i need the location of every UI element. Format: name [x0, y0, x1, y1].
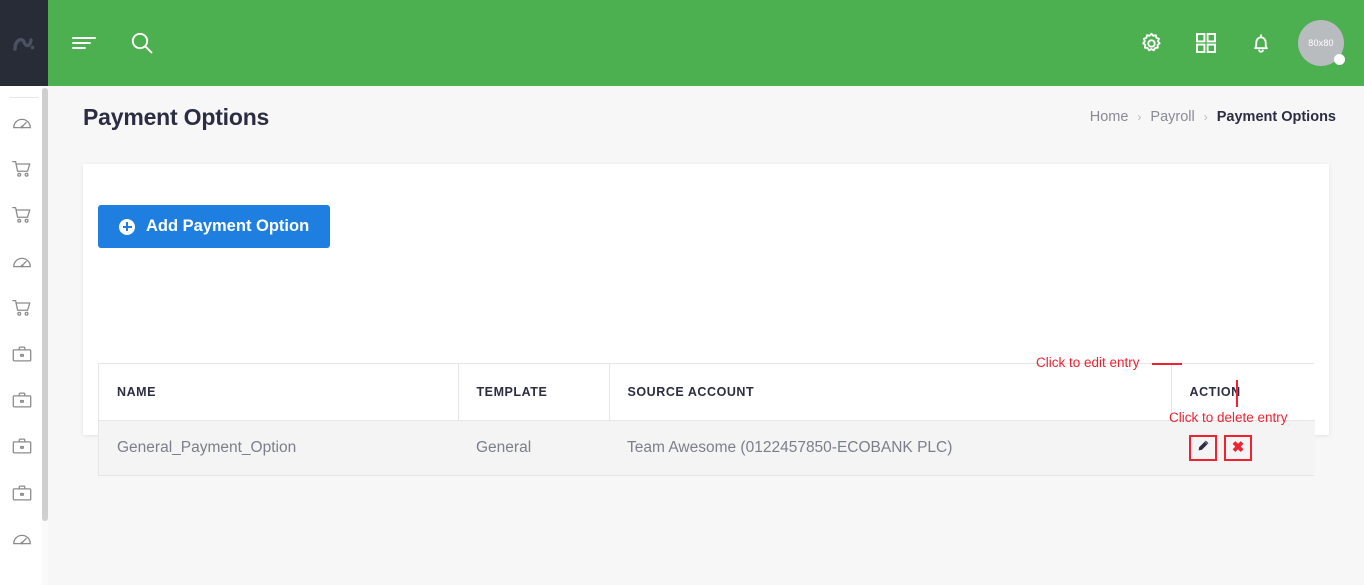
- cell-source-account: Team Awesome (0122457850-ECOBANK PLC): [609, 420, 1171, 475]
- sidebar-divider: [9, 97, 38, 98]
- sidebar-item-dashboard-3[interactable]: [0, 516, 44, 562]
- sidebar-item-briefcase-3[interactable]: [0, 423, 44, 469]
- cell-name: General_Payment_Option: [99, 420, 458, 475]
- row-action-buttons: ✖: [1189, 434, 1297, 461]
- column-header-name: NAME: [99, 364, 459, 421]
- chevron-right-icon: ›: [1203, 110, 1208, 124]
- annotation-delete-label: Click to delete entry: [1169, 410, 1288, 425]
- avatar-label: 80x80: [1308, 38, 1334, 48]
- cross-icon: ✖: [1231, 439, 1245, 457]
- sidebar-item-dashboard[interactable]: [0, 100, 44, 146]
- add-payment-option-button[interactable]: Add Payment Option: [98, 205, 331, 248]
- app-root: 80x80 Payment Options Home › Payroll › P…: [0, 0, 1364, 585]
- speedometer-icon: [11, 251, 33, 273]
- briefcase-icon: [11, 482, 33, 504]
- cell-template: General: [458, 420, 609, 475]
- sidebar-scrollbar-thumb[interactable]: [42, 88, 48, 521]
- add-payment-option-label: Add Payment Option: [146, 217, 310, 235]
- breadcrumb-item-payroll[interactable]: Payroll: [1150, 109, 1194, 125]
- annotation-edit-leader-line: [1152, 363, 1182, 365]
- edit-entry-button[interactable]: [1189, 434, 1217, 461]
- avatar-status-dot: [1334, 54, 1345, 65]
- breadcrumb-item-home[interactable]: Home: [1090, 109, 1129, 125]
- cart-icon: [11, 204, 33, 226]
- sidebar-item-cart-3[interactable]: [0, 285, 44, 331]
- sidebar-item-dashboard-2[interactable]: [0, 239, 44, 285]
- top-header-left-actions: [48, 25, 160, 61]
- avatar[interactable]: 80x80: [1298, 20, 1345, 66]
- pencil-icon: [1196, 439, 1210, 456]
- annotation-edit-label: Click to edit entry: [1036, 355, 1140, 370]
- briefcase-icon: [11, 343, 33, 365]
- table-row: General_Payment_Option General Team Awes…: [99, 420, 1315, 475]
- page-header: Payment Options Home › Payroll › Payment…: [48, 86, 1364, 162]
- speedometer-icon: [11, 112, 33, 134]
- column-header-source-account: SOURCE ACCOUNT: [609, 364, 1172, 421]
- sidebar-item-list: [0, 100, 47, 585]
- cell-action: ✖: [1171, 420, 1315, 475]
- top-header-bar: 80x80: [48, 0, 1364, 86]
- search-icon[interactable]: [124, 25, 160, 61]
- page-content: Payment Options Home › Payroll › Payment…: [48, 86, 1364, 585]
- sidebar-item-briefcase-4[interactable]: [0, 470, 44, 516]
- briefcase-icon: [11, 389, 33, 411]
- sidebar-item-cart-2[interactable]: [0, 192, 44, 238]
- circle-plus-icon: [119, 218, 135, 235]
- gear-icon[interactable]: [1133, 25, 1169, 61]
- payment-options-table: NAME TEMPLATE SOURCE ACCOUNT ACTION Gene…: [98, 363, 1315, 476]
- hamburger-menu-icon[interactable]: [66, 25, 102, 61]
- bell-icon[interactable]: [1243, 25, 1279, 61]
- left-sidebar: [0, 0, 48, 585]
- breadcrumb-item-current: Payment Options: [1216, 109, 1336, 125]
- app-logo-mark: [9, 28, 39, 58]
- chevron-right-icon: ›: [1137, 110, 1142, 124]
- top-header-right-actions: 80x80: [1133, 20, 1364, 66]
- briefcase-icon: [11, 435, 33, 457]
- cart-icon: [11, 297, 33, 319]
- page-title: Payment Options: [83, 104, 270, 130]
- table-header-row: NAME TEMPLATE SOURCE ACCOUNT ACTION: [99, 364, 1315, 421]
- sidebar-item-briefcase-2[interactable]: [0, 377, 44, 423]
- sidebar-item-cart-1[interactable]: [0, 146, 44, 192]
- cart-icon: [11, 158, 33, 180]
- delete-entry-button[interactable]: ✖: [1224, 434, 1252, 461]
- sidebar-brand[interactable]: [0, 0, 48, 86]
- column-header-template: TEMPLATE: [458, 364, 610, 421]
- speedometer-icon: [11, 528, 33, 550]
- sidebar-item-briefcase-1[interactable]: [0, 331, 44, 377]
- payment-options-card: Add Payment Option NAME TEMPLATE SOURCE …: [83, 164, 1329, 476]
- annotation-delete-leader-line: [1236, 380, 1238, 407]
- breadcrumb: Home › Payroll › Payment Options: [1090, 109, 1336, 125]
- grid-apps-icon[interactable]: [1188, 25, 1224, 61]
